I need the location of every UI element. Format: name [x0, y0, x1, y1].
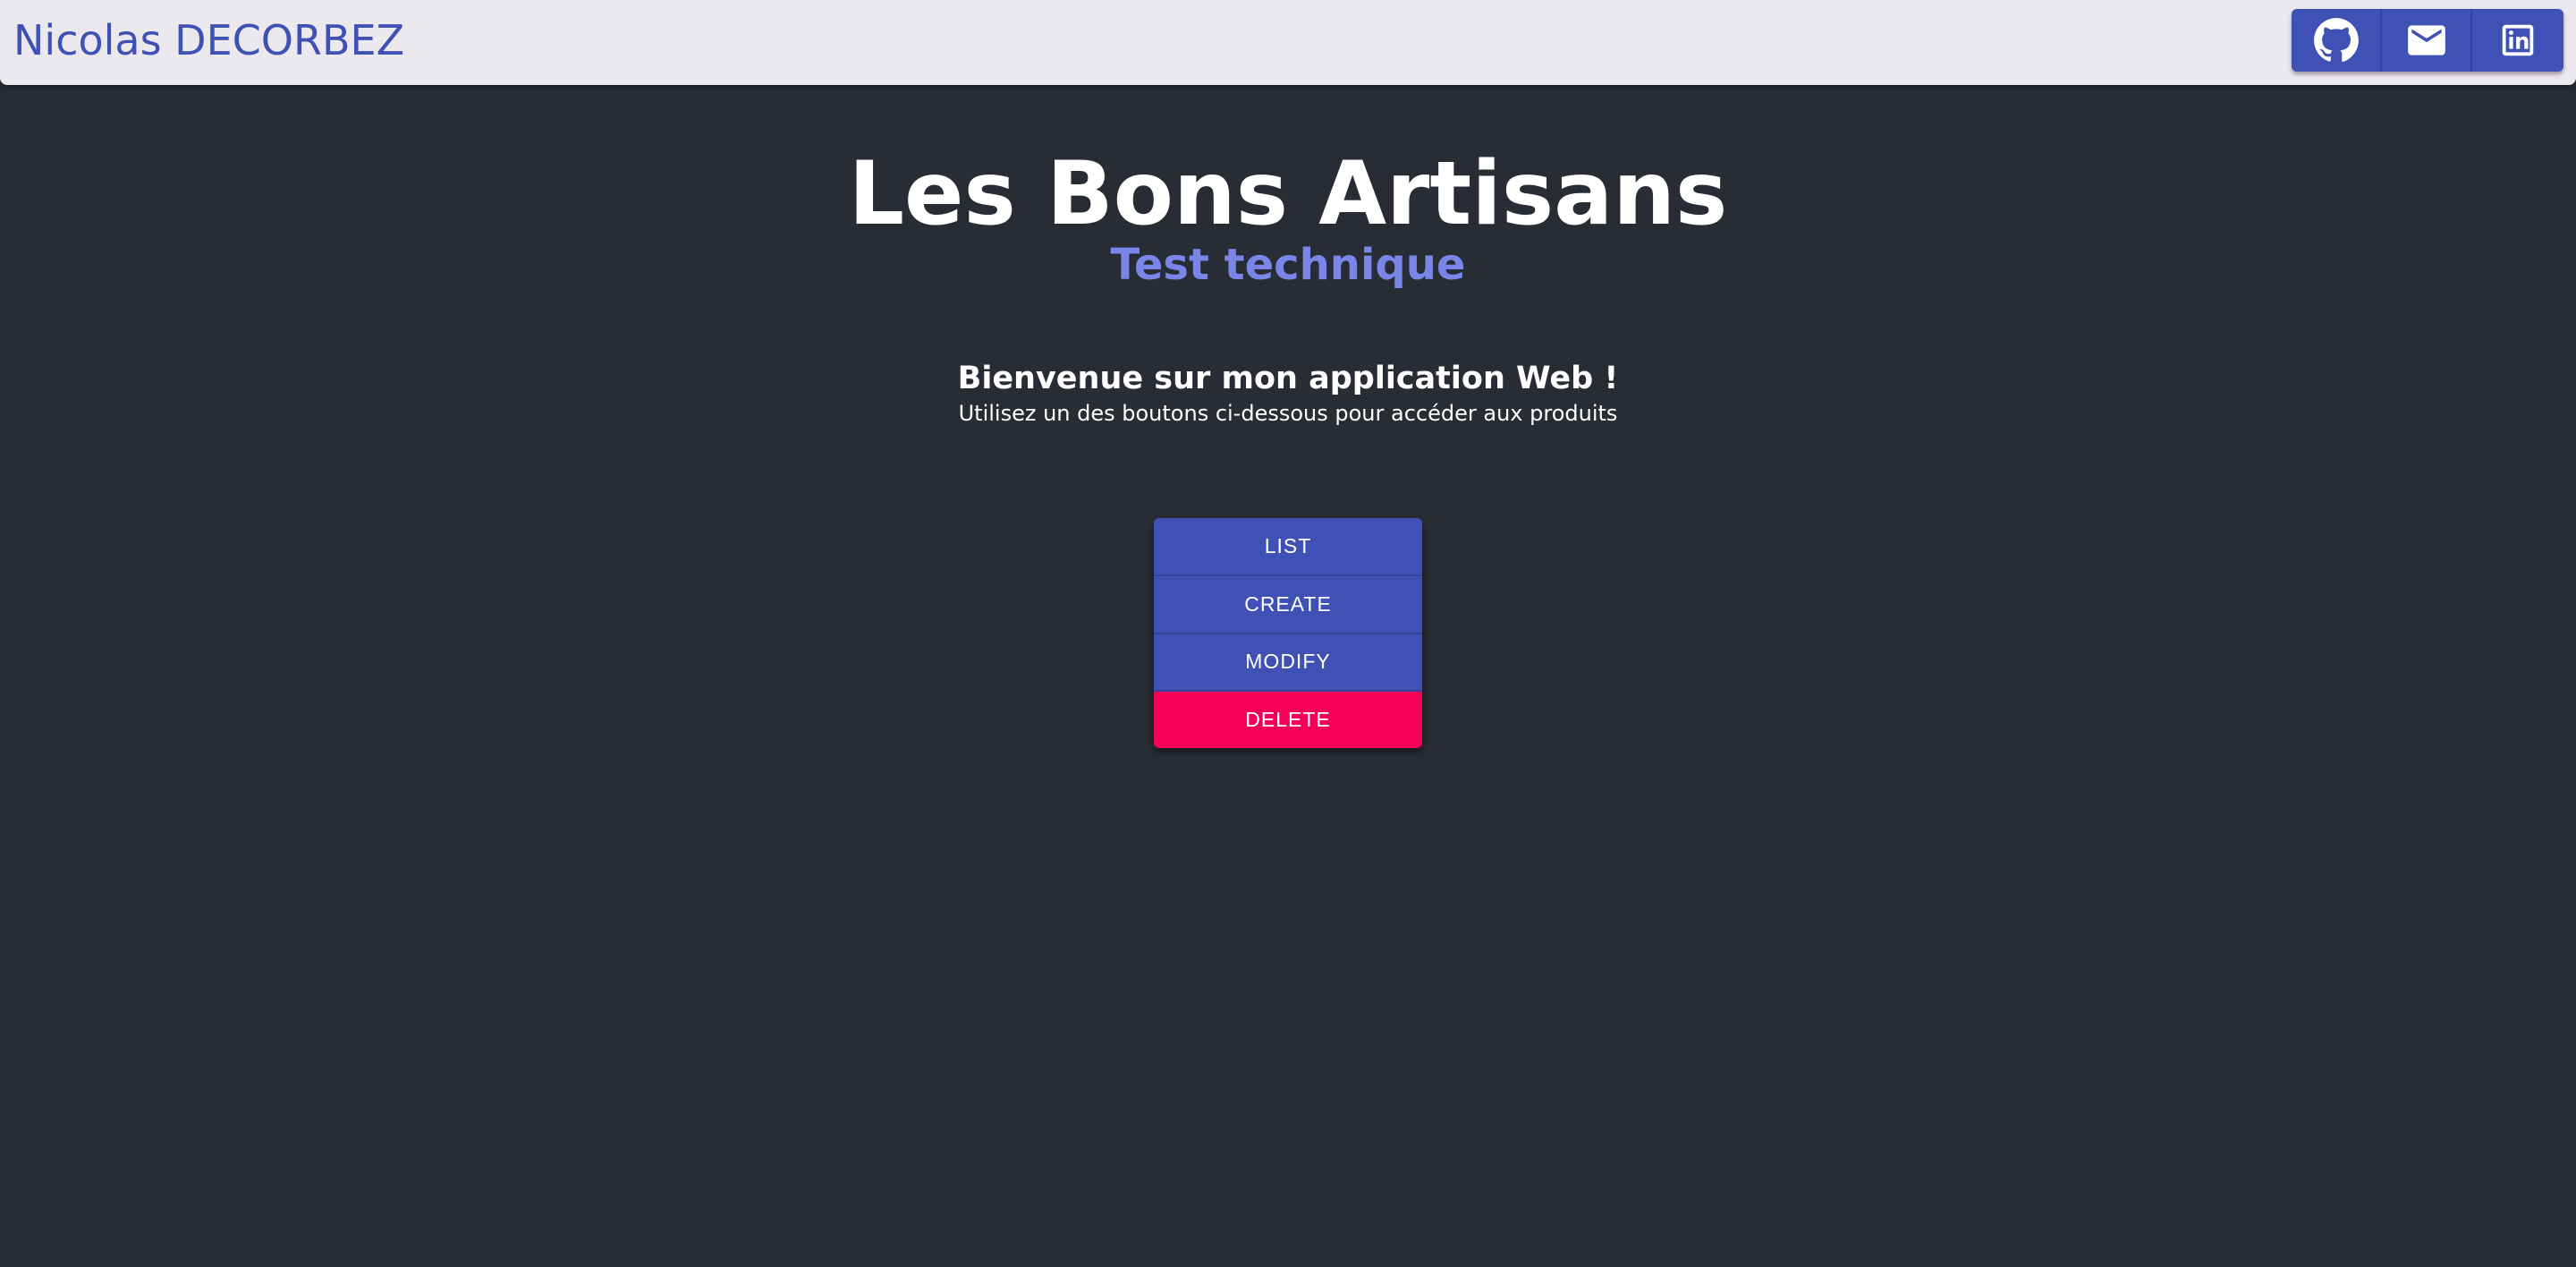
mail-icon	[2407, 25, 2445, 55]
social-links-group	[2292, 9, 2563, 72]
page-title: Les Bons Artisans	[848, 143, 1728, 245]
brand-name: Nicolas DECORBEZ	[13, 16, 405, 64]
list-button[interactable]: LIST	[1154, 518, 1422, 576]
page-subtitle: Test technique	[1110, 240, 1466, 290]
welcome-heading: Bienvenue sur mon application Web !	[957, 361, 1619, 396]
linkedin-button[interactable]	[2472, 9, 2563, 72]
create-button[interactable]: CREATE	[1154, 575, 1422, 634]
linkedin-icon	[2502, 24, 2533, 56]
instructions-text: Utilisez un des boutons ci-dessous pour …	[958, 401, 1618, 426]
github-icon	[2313, 18, 2359, 62]
top-app-bar: Nicolas DECORBEZ	[0, 0, 2576, 85]
email-button[interactable]	[2382, 9, 2472, 72]
product-actions-group: LIST CREATE MODIFY DELETE	[1154, 518, 1422, 748]
delete-button[interactable]: DELETE	[1154, 692, 1422, 748]
modify-button[interactable]: MODIFY	[1154, 634, 1422, 693]
github-button[interactable]	[2292, 9, 2382, 72]
